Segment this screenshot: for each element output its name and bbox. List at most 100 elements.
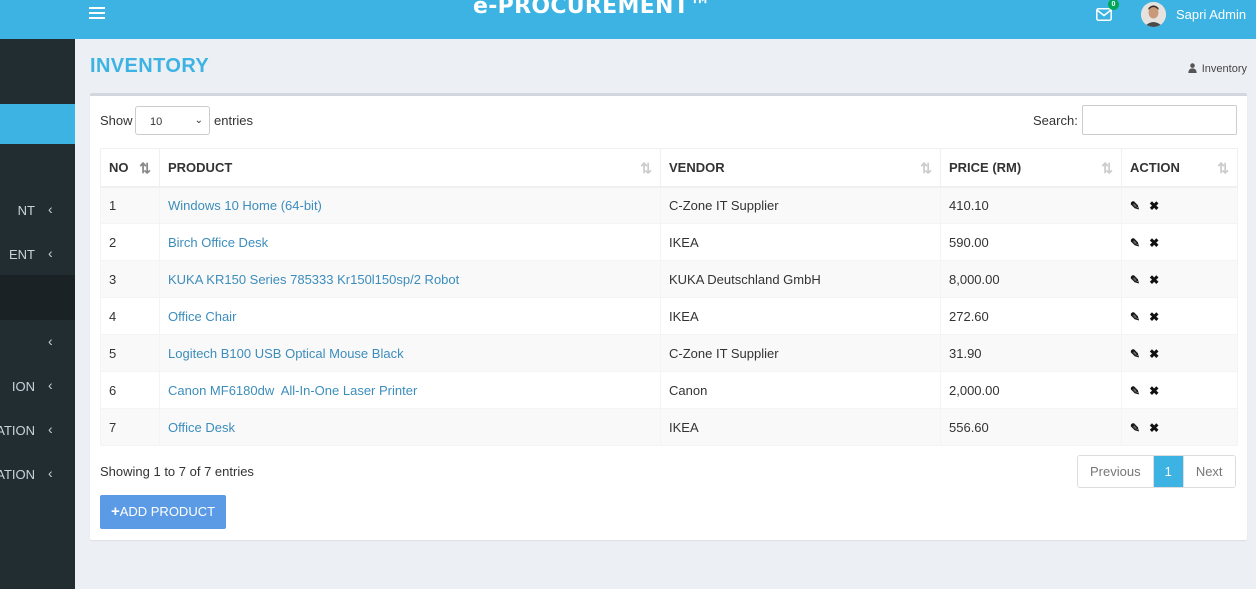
brand-logo-text[interactable]: e-PROCUREMENT™ xyxy=(473,0,711,19)
product-link[interactable]: Windows 10 Home (64-bit) xyxy=(168,198,322,213)
sidebar-item-label: NT xyxy=(17,203,35,218)
cell-vendor: IKEA xyxy=(660,408,941,446)
add-product-button[interactable]: +ADD PRODUCT xyxy=(100,495,226,529)
chevron-down-icon: ⌄ xyxy=(194,115,203,126)
plus-icon: + xyxy=(110,503,120,520)
cell-vendor: C-Zone IT Supplier xyxy=(660,186,941,224)
column-header-no[interactable]: NO ⇅ xyxy=(100,148,160,188)
cell-vendor: Canon xyxy=(660,371,941,409)
sidebar-item-active[interactable] xyxy=(0,104,75,144)
cell-price: 410.10 xyxy=(940,186,1122,224)
pencil-icon[interactable]: ✎ xyxy=(1130,384,1140,398)
close-icon[interactable]: ✖ xyxy=(1149,199,1159,213)
close-icon[interactable]: ✖ xyxy=(1149,310,1159,324)
product-link[interactable]: Office Desk xyxy=(168,420,235,435)
sort-icon: ⇅ xyxy=(1101,160,1113,176)
pagination: Previous 1 Next xyxy=(1077,455,1236,488)
column-header-price[interactable]: PRICE (RM) ⇅ xyxy=(940,148,1122,188)
cell-no: 6 xyxy=(100,371,160,409)
add-product-label: ADD PRODUCT xyxy=(119,504,216,519)
sort-icon: ⇅ xyxy=(1217,160,1229,176)
product-link[interactable]: KUKA KR150 Series 785333 Kr150l150sp/2 R… xyxy=(168,272,459,287)
sidebar-item-6[interactable]: ATION ‹ xyxy=(0,465,75,485)
pencil-icon[interactable]: ✎ xyxy=(1130,347,1140,361)
cell-vendor: IKEA xyxy=(660,223,941,261)
sort-asc-icon: ⇅ xyxy=(139,160,151,176)
inventory-table: NO ⇅ PRODUCT ⇅ VENDOR ⇅ PRICE (RM) ⇅ ACTION ⇅… xyxy=(100,148,1238,446)
table-row: 1 Windows 10 Home (64-bit) C-Zone IT Sup… xyxy=(100,186,1238,224)
sidebar-item-4[interactable]: ION ‹ xyxy=(0,377,75,397)
sidebar-item-label: ION xyxy=(11,379,35,394)
table-info: Showing 1 to 7 of 7 entries xyxy=(100,464,254,479)
table-row: 2 Birch Office Desk IKEA 590.00 ✎ ✖ xyxy=(100,223,1238,261)
user-avatar[interactable] xyxy=(1141,2,1166,27)
table-row: 3 KUKA KR150 Series 785333 Kr150l150sp/2… xyxy=(100,260,1238,298)
entries-label: entries xyxy=(214,113,254,128)
sidebar-item-label: ENT xyxy=(9,247,35,262)
product-link[interactable]: Logitech B100 USB Optical Mouse Black xyxy=(168,346,404,361)
search-input[interactable] xyxy=(1082,105,1237,135)
cell-price: 2,000.00 xyxy=(940,371,1122,409)
pencil-icon[interactable]: ✎ xyxy=(1130,310,1140,324)
chevron-left-icon: ‹ xyxy=(48,421,53,437)
mail-count-badge: 0 xyxy=(1108,0,1119,10)
pencil-icon[interactable]: ✎ xyxy=(1130,199,1140,213)
previous-page-button[interactable]: Previous xyxy=(1078,456,1154,487)
product-link[interactable]: Birch Office Desk xyxy=(168,235,268,250)
sidebar-item-5[interactable]: RATION ‹ xyxy=(0,421,75,441)
user-icon xyxy=(1188,63,1197,73)
sidebar-item-3[interactable]: ‹ xyxy=(0,333,75,353)
cell-vendor: C-Zone IT Supplier xyxy=(660,334,941,372)
sort-icon: ⇅ xyxy=(920,160,932,176)
close-icon[interactable]: ✖ xyxy=(1149,347,1159,361)
sidebar-item-label: RATION xyxy=(0,423,35,438)
mail-icon[interactable] xyxy=(1096,8,1112,21)
sidebar-item-label: ATION xyxy=(0,467,35,482)
user-name[interactable]: Sapri Admin xyxy=(1176,7,1246,22)
product-link[interactable]: Office Chair xyxy=(168,309,236,324)
table-header-row: NO ⇅ PRODUCT ⇅ VENDOR ⇅ PRICE (RM) ⇅ ACTION ⇅ xyxy=(100,148,1238,188)
sidebar: NT ‹ ENT ‹ ‹ ION ‹ RATION ‹ ATION ‹ xyxy=(0,39,75,589)
next-page-button[interactable]: Next xyxy=(1183,456,1235,487)
chevron-left-icon: ‹ xyxy=(48,201,53,217)
close-icon[interactable]: ✖ xyxy=(1149,273,1159,287)
sidebar-item-2[interactable]: ENT ‹ xyxy=(0,245,75,265)
page-length-select[interactable]: 10 ⌄ xyxy=(135,106,210,135)
sidebar-item-1[interactable]: NT ‹ xyxy=(0,201,75,221)
breadcrumb-label[interactable]: Inventory xyxy=(1202,63,1247,75)
column-header-product[interactable]: PRODUCT ⇅ xyxy=(159,148,661,188)
page-length-value: 10 xyxy=(150,116,163,128)
cell-no: 7 xyxy=(100,408,160,446)
page-1-button[interactable]: 1 xyxy=(1153,456,1184,487)
cell-price: 8,000.00 xyxy=(940,260,1122,298)
table-row: 4 Office Chair IKEA 272.60 ✎ ✖ xyxy=(100,297,1238,335)
cell-price: 556.60 xyxy=(940,408,1122,446)
search-label: Search: xyxy=(1033,113,1078,128)
product-link[interactable]: Canon MF6180dw All-In-One Laser Printer xyxy=(168,383,417,398)
show-label: Show xyxy=(100,113,133,128)
close-icon[interactable]: ✖ xyxy=(1149,236,1159,250)
cell-no: 2 xyxy=(100,223,160,261)
hamburger-menu-icon[interactable] xyxy=(89,7,105,21)
cell-vendor: IKEA xyxy=(660,297,941,335)
table-row: 5 Logitech B100 USB Optical Mouse Black … xyxy=(100,334,1238,372)
close-icon[interactable]: ✖ xyxy=(1149,384,1159,398)
pencil-icon[interactable]: ✎ xyxy=(1130,273,1140,287)
cell-no: 1 xyxy=(100,186,160,224)
sort-icon: ⇅ xyxy=(640,160,652,176)
close-icon[interactable]: ✖ xyxy=(1149,421,1159,435)
cell-price: 31.90 xyxy=(940,334,1122,372)
pencil-icon[interactable]: ✎ xyxy=(1130,421,1140,435)
chevron-left-icon: ‹ xyxy=(48,465,53,481)
column-header-vendor[interactable]: VENDOR ⇅ xyxy=(660,148,941,188)
pencil-icon[interactable]: ✎ xyxy=(1130,236,1140,250)
breadcrumb: Inventory xyxy=(1188,63,1247,75)
column-header-action[interactable]: ACTION ⇅ xyxy=(1121,148,1238,188)
chevron-left-icon: ‹ xyxy=(48,377,53,393)
chevron-left-icon: ‹ xyxy=(48,333,53,349)
cell-price: 272.60 xyxy=(940,297,1122,335)
table-row: 6 Canon MF6180dw All-In-One Laser Printe… xyxy=(100,371,1238,409)
inventory-box: Show 10 ⌄ entries Search: NO ⇅ PRODUCT ⇅ V… xyxy=(90,93,1247,540)
top-navbar: e-PROCUREMENT™ 0 Sapri Admin xyxy=(0,0,1256,39)
sidebar-item-highlight[interactable] xyxy=(0,275,75,320)
